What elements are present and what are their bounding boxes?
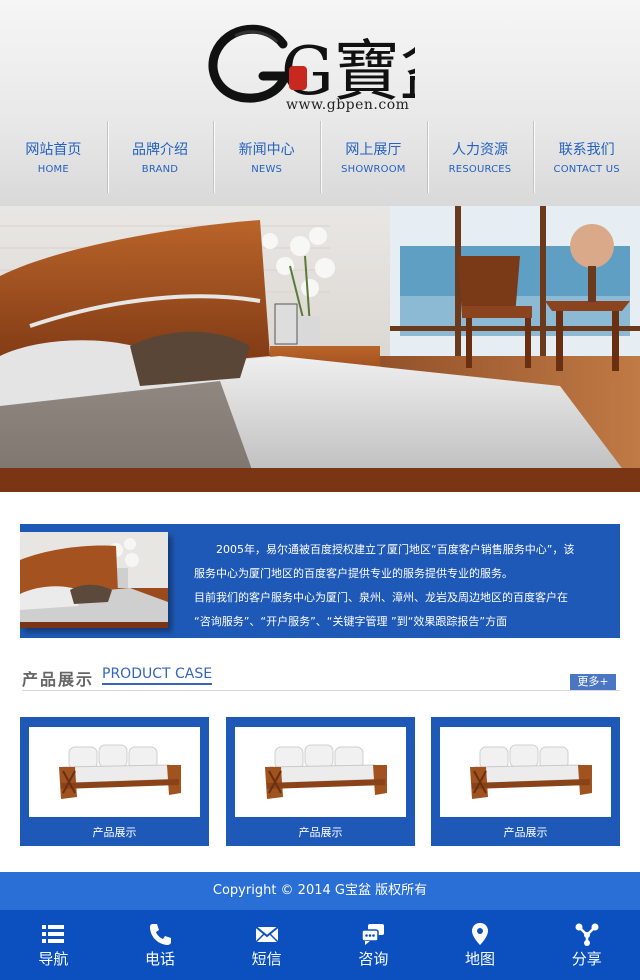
- product-card[interactable]: 产品展示: [226, 717, 415, 846]
- bedroom-thumbnail-image: [20, 532, 168, 628]
- product-image[interactable]: [29, 727, 200, 817]
- toolbar-sms-button[interactable]: 短信: [213, 910, 320, 980]
- nav-label-cn: 网站首页: [25, 142, 82, 158]
- section-divider: [22, 690, 620, 691]
- site-url: www.gbpen.com: [286, 97, 410, 113]
- sofa-image: [235, 727, 406, 817]
- product-label[interactable]: 产品展示: [20, 824, 209, 840]
- hero-banner[interactable]: [0, 206, 640, 492]
- nav-label-cn: 品牌介绍: [132, 142, 188, 158]
- nav-label-cn: 网上展厅: [345, 142, 402, 158]
- nav-label-en: BRAND: [141, 164, 179, 175]
- menu-icon: [42, 925, 65, 943]
- about-line: 2005年，易尔通被百度授权建立了厦门地区“百度客户销售服务中心”，该: [194, 543, 575, 556]
- about-line: 目前我们的客户服务中心为厦门、泉州、漳州、龙岩及周边地区的百度客户在: [194, 591, 568, 604]
- sofa-image: [440, 727, 611, 817]
- toolbar-nav-button[interactable]: 导航: [0, 910, 107, 980]
- nav-item-brand[interactable]: 品牌介绍 BRAND: [106, 118, 214, 200]
- toolbar-label: 咨询: [358, 950, 389, 968]
- bedroom-banner-image: [0, 206, 640, 492]
- nav-label-en: HOME: [37, 164, 69, 175]
- product-image[interactable]: [440, 727, 611, 817]
- main-nav: 网站首页 HOME 品牌介绍 BRAND 新闻中心 NEWS 网上展厅 SHOW…: [0, 118, 640, 200]
- nav-label-en: NEWS: [251, 164, 283, 175]
- toolbar-label: 导航: [38, 950, 69, 968]
- product-label[interactable]: 产品展示: [226, 824, 415, 840]
- bottom-toolbar: 导航 电话 短信 咨询 地图 分享: [0, 910, 640, 980]
- about-text: 2005年，易尔通被百度授权建立了厦门地区“百度客户销售服务中心”，该 服务中心…: [194, 538, 612, 634]
- chat-icon: [361, 924, 385, 945]
- about-photo[interactable]: [20, 532, 168, 628]
- product-card[interactable]: 产品展示: [431, 717, 620, 846]
- nav-label-en: CONTACT US: [553, 164, 620, 175]
- product-section-header: 产品展示 PRODUCT CASE 更多+: [22, 664, 620, 694]
- toolbar-label: 短信: [251, 950, 282, 968]
- product-card[interactable]: 产品展示: [20, 717, 209, 846]
- toolbar-consult-button[interactable]: 咨询: [320, 910, 427, 980]
- nav-label-en: SHOWROOM: [341, 164, 406, 175]
- section-title-cn: 产品展示: [22, 670, 95, 689]
- sofa-image: [29, 727, 200, 817]
- about-line: “咨询服务”、“开户服务”、“关键字管理 ”到“效果跟踪报告”方面: [194, 615, 508, 628]
- map-pin-icon: [472, 923, 489, 945]
- about-section: 2005年，易尔通被百度授权建立了厦门地区“百度客户销售服务中心”，该 服务中心…: [20, 524, 620, 638]
- product-image[interactable]: [235, 727, 406, 817]
- toolbar-phone-button[interactable]: 电话: [107, 910, 214, 980]
- envelope-icon: [255, 926, 279, 943]
- product-label[interactable]: 产品展示: [431, 824, 620, 840]
- more-button[interactable]: 更多+: [570, 674, 616, 690]
- header: G寶盆 www.gbpen.com 网站首页 HOME 品牌介绍 BRAND 新…: [0, 0, 640, 206]
- toolbar-share-button[interactable]: 分享: [533, 910, 640, 980]
- phone-icon: [150, 924, 171, 945]
- nav-label-cn: 联系我们: [558, 142, 615, 158]
- about-line: 服务中心为厦门地区的百度客户提供专业的服务提供专业的服务。: [194, 567, 513, 580]
- nav-item-resources[interactable]: 人力资源 RESOURCES: [426, 118, 534, 200]
- copyright-bar: Copyright © 2014 G宝盆 版权所有: [0, 872, 640, 910]
- share-icon: [575, 923, 599, 946]
- nav-label-cn: 新闻中心: [238, 142, 295, 158]
- toolbar-label: 地图: [465, 950, 496, 968]
- toolbar-label: 电话: [145, 950, 176, 968]
- toolbar-label: 分享: [571, 950, 602, 968]
- nav-item-contact[interactable]: 联系我们 CONTACT US: [533, 118, 640, 200]
- toolbar-map-button[interactable]: 地图: [427, 910, 534, 980]
- nav-label-en: RESOURCES: [448, 164, 512, 175]
- nav-item-showroom[interactable]: 网上展厅 SHOWROOM: [320, 118, 427, 200]
- nav-item-home[interactable]: 网站首页 HOME: [0, 118, 107, 200]
- nav-item-news[interactable]: 新闻中心 NEWS: [213, 118, 320, 200]
- copyright-text: Copyright © 2014 G宝盆 版权所有: [212, 883, 428, 898]
- product-grid: 产品展示 产品展示 产品展示: [20, 717, 620, 846]
- section-title-en: PRODUCT CASE: [102, 666, 213, 685]
- nav-label-cn: 人力资源: [452, 142, 509, 158]
